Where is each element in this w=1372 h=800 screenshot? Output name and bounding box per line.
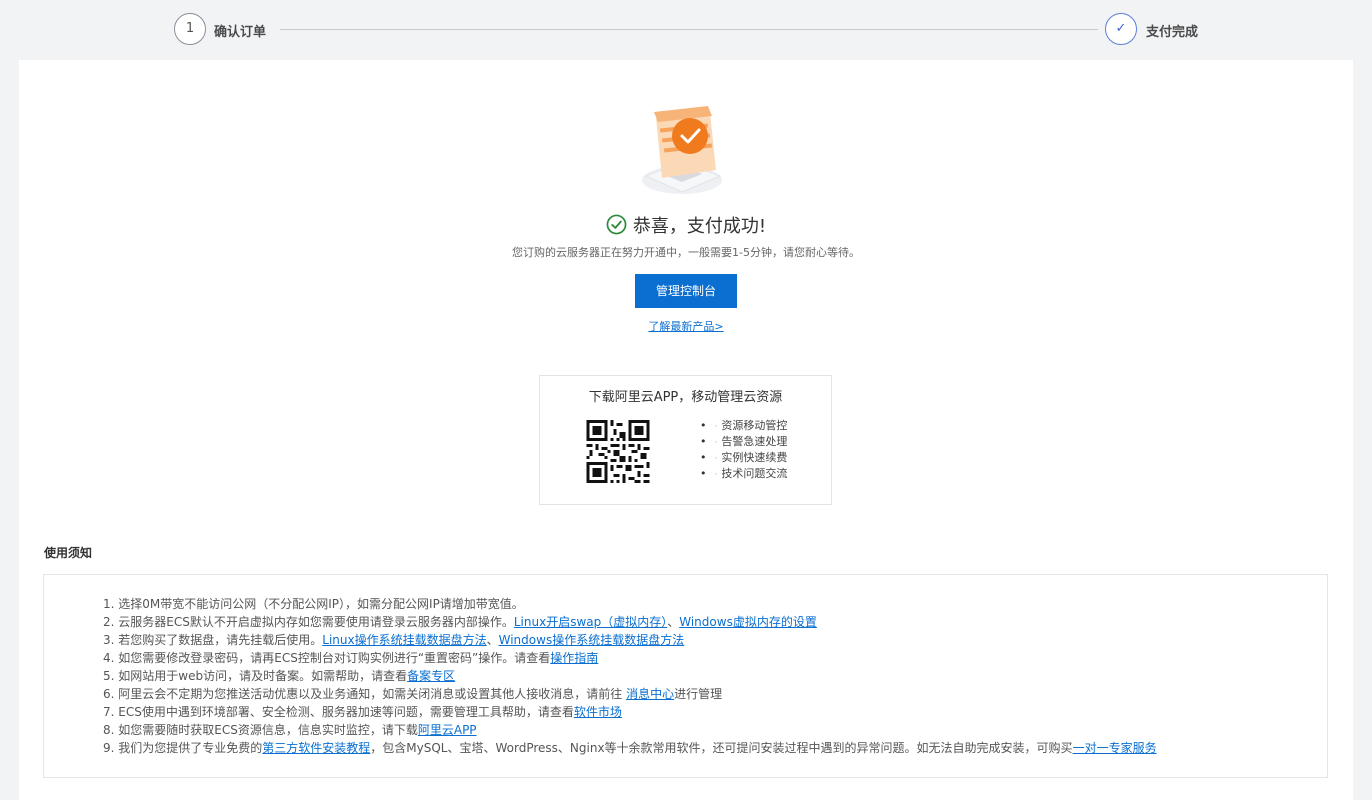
payment-success-illustration: [642, 106, 722, 194]
app-download-card: 下载阿里云APP，移动管理云资源 ·资源移动管控 ·告警急速处理 ·实例快速续费…: [539, 375, 832, 505]
operation-guide-link[interactable]: 操作指南: [550, 651, 598, 665]
success-check-icon: [606, 214, 627, 235]
app-feature-item: ·技术问题交流: [700, 466, 788, 482]
notice-item: 9. 我们为您提供了专业免费的第三方软件安装教程，包含MySQL、宝塔、Word…: [103, 741, 1157, 755]
windows-virtual-memory-link[interactable]: Windows虚拟内存的设置: [679, 615, 817, 629]
notice-item: 3. 若您购买了数据盘，请先挂载后使用。Linux操作系统挂载数据盘方法、Win…: [103, 633, 685, 647]
software-tutorial-link[interactable]: 第三方软件安装教程: [262, 741, 370, 755]
app-feature-item: ·告警急速处理: [700, 434, 788, 450]
step-2-label: 支付完成: [1146, 25, 1199, 40]
notice-heading: 使用须知: [44, 546, 93, 560]
app-feature-item: ·实例快速续费: [700, 450, 788, 466]
step-2-marker: ✓: [1105, 13, 1137, 45]
app-feature-list: ·资源移动管控 ·告警急速处理 ·实例快速续费 ·技术问题交流: [700, 418, 788, 482]
windows-mount-disk-link[interactable]: Windows操作系统挂载数据盘方法: [499, 633, 685, 647]
learn-products-link[interactable]: 了解最新产品>: [648, 320, 723, 333]
app-feature-item: ·资源移动管控: [700, 418, 788, 434]
notice-item: 6. 阿里云会不定期为您推送活动优惠以及业务通知，如需关闭消息或设置其他人接收消…: [103, 687, 723, 701]
notice-item: 2. 云服务器ECS默认不开启虚拟内存如您需要使用请登录云服务器内部操作。Lin…: [103, 615, 817, 629]
aliyun-app-link[interactable]: 阿里云APP: [418, 723, 477, 737]
icp-filing-link[interactable]: 备案专区: [407, 669, 455, 683]
app-promo-title: 下载阿里云APP，移动管理云资源: [588, 390, 783, 405]
notice-box: 1. 选择0M带宽不能访问公网（不分配公网IP），如需分配公网IP请增加带宽值。…: [43, 574, 1328, 778]
step-connector: [280, 29, 1098, 30]
notice-item: 8. 如您需要随时获取ECS资源信息，信息实时监控，请下载阿里云APP: [103, 723, 477, 737]
notice-list: 1. 选择0M带宽不能访问公网（不分配公网IP），如需分配公网IP请增加带宽值。…: [103, 595, 1157, 757]
step-1-label: 确认订单: [214, 25, 267, 40]
step-1-marker: 1: [174, 13, 206, 45]
success-subtitle: 您订购的云服务器正在努力开通中，一般需要1-5分钟，请您耐心等待。: [512, 246, 860, 259]
expert-service-link[interactable]: 一对一专家服务: [1073, 741, 1157, 755]
notice-item: 5. 如网站用于web访问，请及时备案。如需帮助，请查看备案专区: [103, 669, 456, 683]
learn-products-row: 了解最新产品>: [0, 318, 1372, 334]
linux-mount-disk-link[interactable]: Linux操作系统挂载数据盘方法: [322, 633, 486, 647]
notice-item: 7. ECS使用中遇到环境部署、安全检测、服务器加速等问题，需要管理工具帮助，请…: [103, 705, 622, 719]
qr-code-icon: [586, 420, 650, 483]
console-button[interactable]: 管理控制台: [635, 274, 737, 308]
notice-item: 4. 如您需要修改登录密码，请再ECS控制台对订购实例进行“重置密码”操作。请查…: [103, 651, 599, 665]
success-title-text: 恭喜，支付成功!: [632, 216, 767, 237]
linux-swap-link[interactable]: Linux开启swap（虚拟内存）: [514, 615, 667, 629]
progress-steps: 1 确认订单 ✓ 支付完成: [0, 0, 1372, 60]
success-heading: 恭喜，支付成功!: [0, 212, 1372, 238]
notice-item: 1. 选择0M带宽不能访问公网（不分配公网IP），如需分配公网IP请增加带宽值。: [103, 597, 524, 611]
message-center-link[interactable]: 消息中心: [626, 687, 674, 701]
software-market-link[interactable]: 软件市场: [574, 705, 622, 719]
